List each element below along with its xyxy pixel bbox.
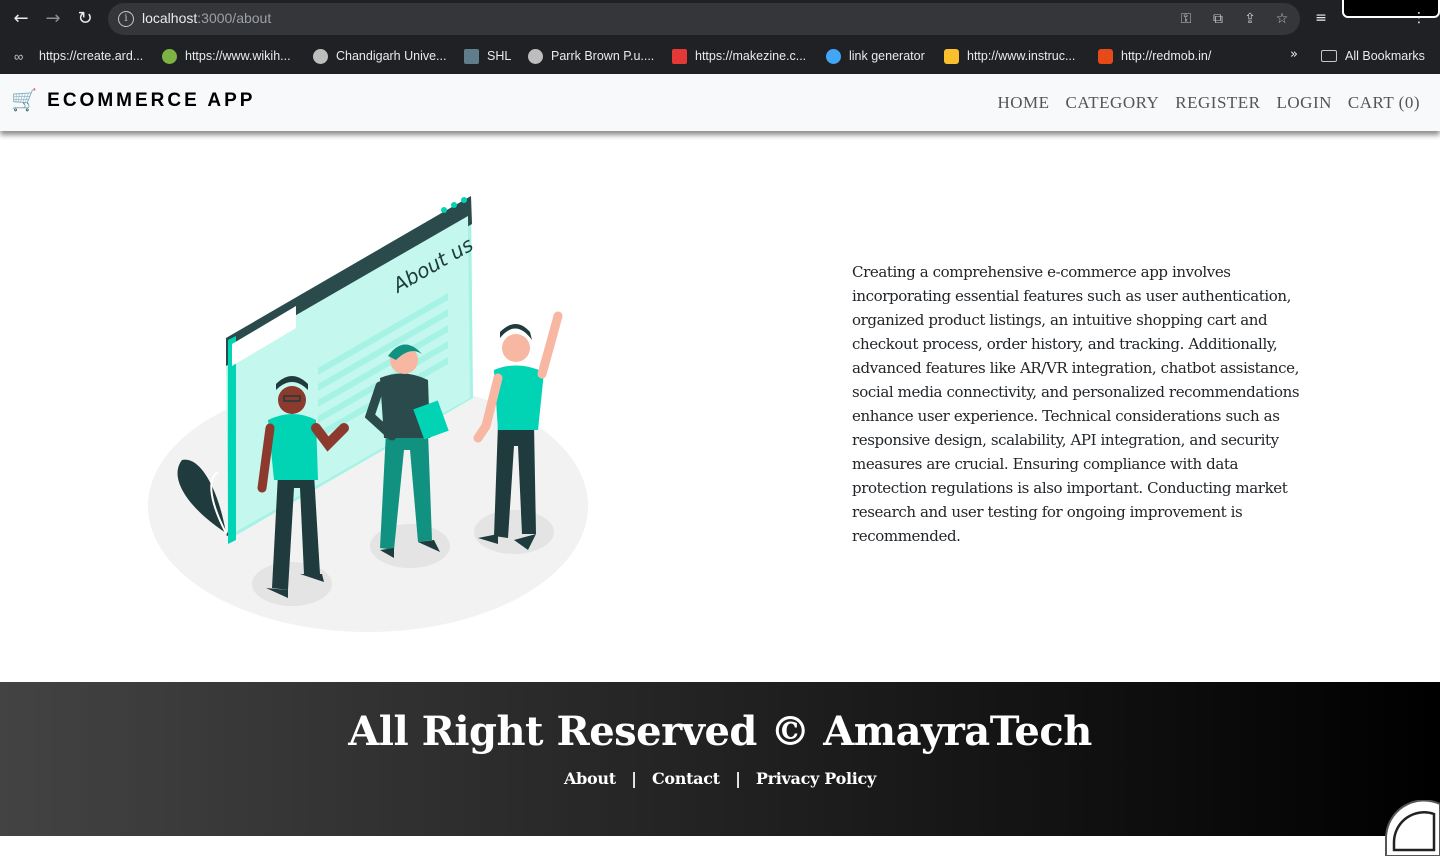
star-icon[interactable]: ☆ — [1272, 9, 1292, 29]
share-icon[interactable]: ⇪ — [1240, 9, 1260, 29]
bookmark-item[interactable]: ∞ https://create.ard... — [14, 47, 143, 65]
bookmark-item[interactable]: SHL — [464, 47, 511, 65]
url-text[interactable]: localhost:3000/about — [142, 10, 271, 26]
infinity-icon: ∞ — [14, 48, 24, 64]
app-navbar: 🛒 ECOMMERCE APP HOME CATEGORY REGISTER L… — [0, 74, 1440, 131]
corner-widget-icon[interactable] — [1384, 800, 1440, 856]
bookmark-item[interactable]: link generator — [826, 47, 925, 65]
footer-contact-link[interactable]: Contact — [652, 769, 720, 788]
globe-icon — [313, 48, 328, 64]
bookmark-label: https://create.ard... — [39, 49, 144, 63]
footer-separator: | — [735, 769, 741, 788]
reload-icon[interactable]: ↻ — [73, 7, 97, 31]
brand-name: ECOMMERCE APP — [47, 89, 256, 111]
nav-register-link[interactable]: REGISTER — [1175, 93, 1260, 113]
back-arrow-icon[interactable]: ← — [9, 7, 33, 31]
globe-icon — [826, 48, 841, 64]
nav-home-link[interactable]: HOME — [997, 93, 1049, 113]
menu-kebab-icon[interactable]: ⋮ — [1408, 6, 1430, 30]
all-bookmarks-button[interactable]: All Bookmarks — [1321, 47, 1425, 65]
bookmark-item[interactable]: https://makezine.c... — [672, 47, 806, 65]
bookmark-item[interactable]: Chandigarh Unive... — [313, 47, 446, 65]
footer-copyright: All Right Reserved © AmayraTech — [348, 708, 1092, 755]
bookmark-label: https://www.wikih... — [185, 49, 291, 63]
site-info-icon[interactable]: i — [118, 11, 134, 27]
bookmark-label: http://www.instruc... — [967, 49, 1076, 63]
nav-cart-link[interactable]: CART (0) — [1348, 93, 1420, 113]
bookmark-item[interactable]: http://redmob.in/ — [1098, 47, 1211, 65]
all-bookmarks-label: All Bookmarks — [1345, 49, 1425, 63]
bookmark-label: Chandigarh Unive... — [336, 49, 447, 63]
folder-icon — [1321, 50, 1337, 62]
bookmark-label: https://makezine.c... — [695, 49, 807, 63]
bookmark-label: http://redmob.in/ — [1121, 49, 1212, 63]
bookmark-label: link generator — [849, 49, 925, 63]
nav-menu: HOME CATEGORY REGISTER LOGIN CART (0) — [981, 93, 1420, 113]
favicon-icon — [464, 48, 479, 64]
about-description: Creating a comprehensive e-commerce app … — [852, 263, 1300, 545]
site-footer: All Right Reserved © AmayraTech About | … — [0, 682, 1440, 836]
browser-toolbar: ← → ↻ i localhost:3000/about ⚿ ⧉ ⇪ ☆ ≡ ⋮ — [0, 0, 1440, 38]
address-bar[interactable]: i localhost:3000/about ⚿ ⧉ ⇪ ☆ — [108, 3, 1300, 35]
nav-login-link[interactable]: LOGIN — [1277, 93, 1332, 113]
favicon-icon — [162, 48, 177, 64]
more-bookmarks-chevron-icon[interactable]: » — [1290, 47, 1298, 62]
favicon-icon — [944, 48, 959, 64]
footer-separator: | — [631, 769, 637, 788]
url-host: localhost — [142, 10, 198, 26]
bookmark-item[interactable]: http://www.instruc... — [944, 47, 1075, 65]
shopping-cart-icon: 🛒 — [11, 88, 38, 112]
bookmark-item[interactable]: Parrk Brown P.u.... — [528, 47, 654, 65]
footer-links: About | Contact | Privacy Policy — [0, 769, 1440, 788]
media-control-icon[interactable]: ≡ — [1310, 6, 1332, 30]
bookmark-item[interactable]: https://www.wikih... — [162, 47, 291, 65]
globe-icon — [528, 48, 543, 64]
bookmarks-bar: ∞ https://create.ard... https://www.wikih… — [0, 38, 1440, 74]
open-external-icon[interactable]: ⧉ — [1208, 9, 1228, 29]
footer-about-link[interactable]: About — [564, 769, 616, 788]
favicon-icon — [672, 48, 687, 64]
bookmark-label: SHL — [487, 49, 512, 63]
key-icon[interactable]: ⚿ — [1176, 9, 1196, 29]
url-path: :3000/about — [197, 10, 272, 26]
about-us-illustration: About us — [148, 196, 588, 632]
nav-category-link[interactable]: CATEGORY — [1066, 93, 1160, 113]
bookmark-label: Parrk Brown P.u.... — [551, 49, 655, 63]
favicon-icon — [1098, 48, 1113, 64]
footer-privacy-link[interactable]: Privacy Policy — [756, 769, 876, 788]
forward-arrow-icon[interactable]: → — [41, 7, 65, 31]
brand-link[interactable]: 🛒 ECOMMERCE APP — [11, 88, 255, 113]
